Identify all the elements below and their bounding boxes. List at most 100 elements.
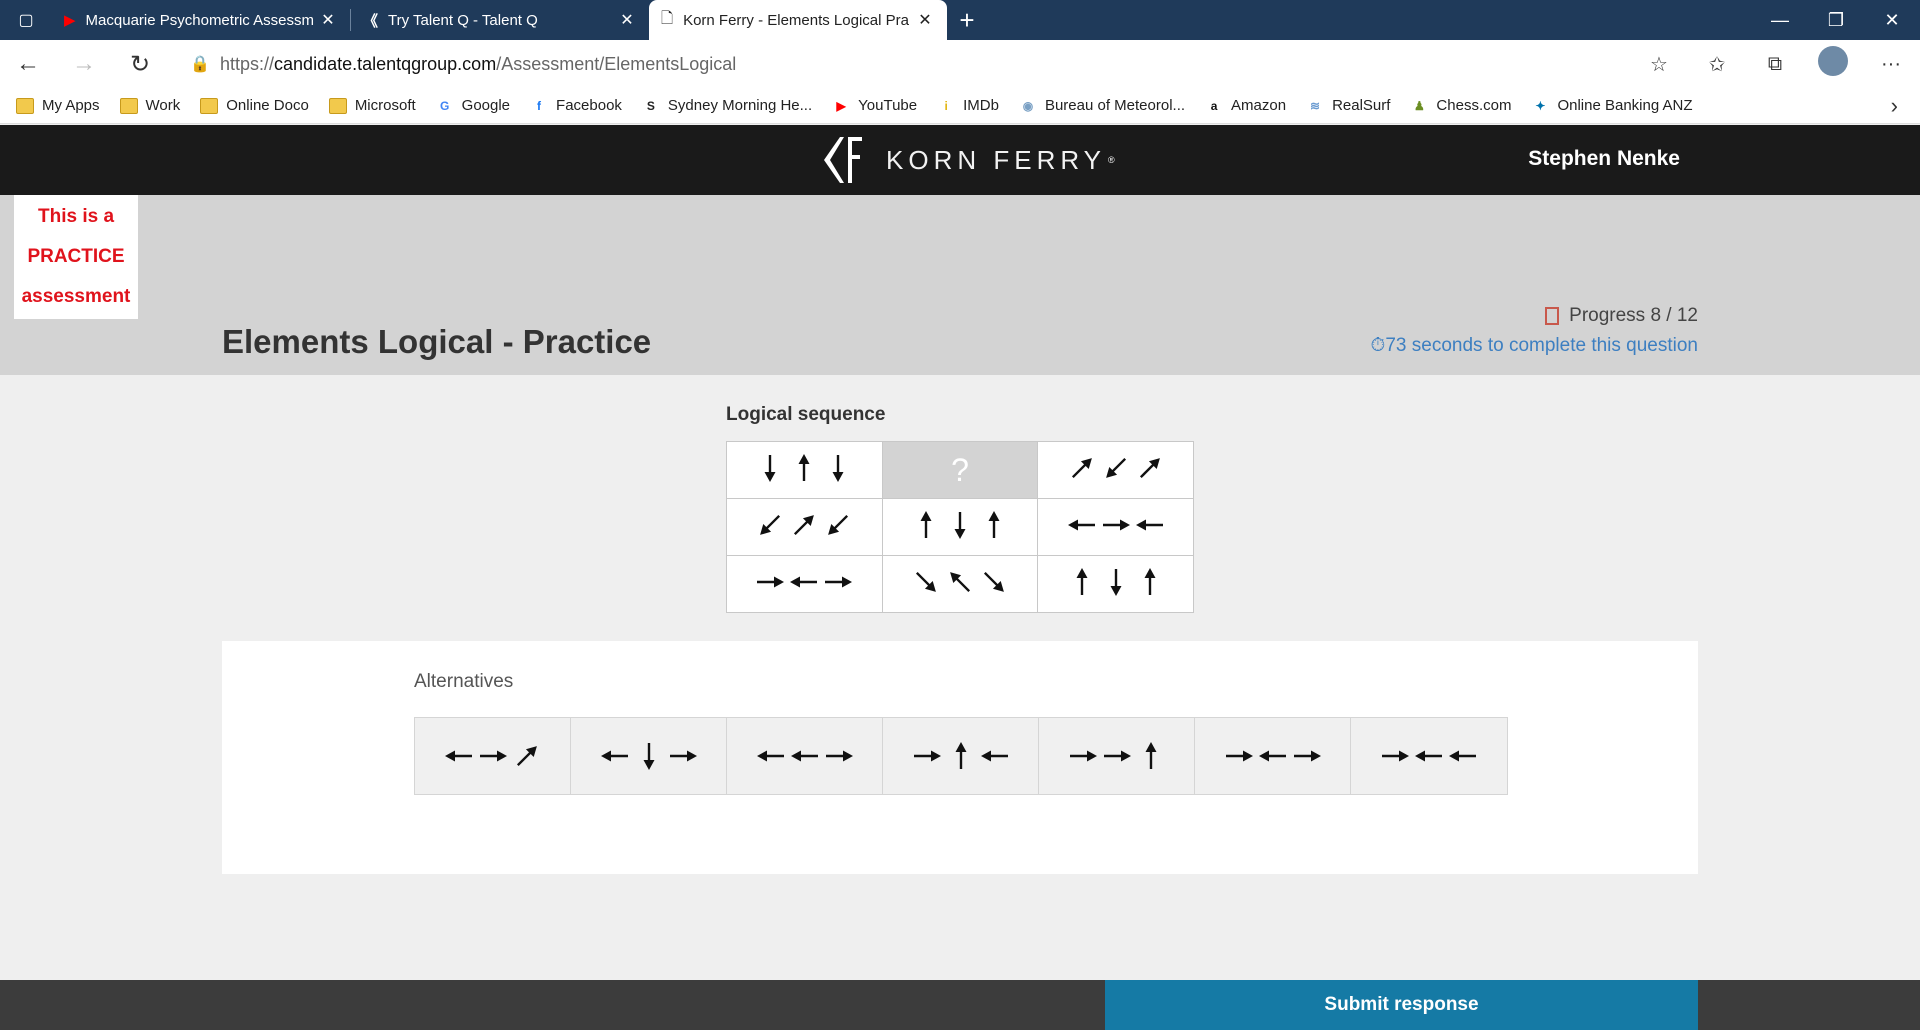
bookmark-item[interactable]: ✦ Online Banking ANZ bbox=[1531, 97, 1692, 114]
new-tab-button[interactable]: + bbox=[947, 0, 987, 40]
tab-actions-icon[interactable]: ▢ bbox=[0, 0, 52, 40]
youtube-icon: ▶ bbox=[64, 12, 76, 29]
arrow-left-icon bbox=[1135, 519, 1163, 530]
arrow-sw-icon bbox=[760, 514, 781, 535]
alternative-option-4[interactable] bbox=[883, 718, 1039, 794]
youtube-icon: ▶ bbox=[836, 98, 846, 113]
arrow-down-icon bbox=[954, 511, 966, 539]
arrow-group bbox=[755, 453, 853, 483]
bookmark-label: YouTube bbox=[858, 97, 918, 114]
submit-response-button[interactable]: Submit response bbox=[1105, 980, 1698, 1030]
close-window-icon[interactable]: ✕ bbox=[1864, 0, 1920, 40]
browser-tab-1[interactable]: ▶ Macquarie Psychometric Assessm ✕ bbox=[52, 0, 350, 40]
add-favorite-icon[interactable]: ☆ bbox=[1630, 52, 1688, 77]
refresh-button[interactable]: ↻ bbox=[112, 40, 168, 88]
bookmark-label: Microsoft bbox=[354, 97, 416, 114]
bookmark-item[interactable]: f Facebook bbox=[530, 97, 622, 114]
minimize-icon[interactable]: — bbox=[1752, 0, 1808, 40]
close-tab-icon[interactable]: ✕ bbox=[915, 10, 935, 30]
document-icon: 🗋 bbox=[661, 9, 674, 27]
bookmarks-overflow-icon[interactable]: › bbox=[1891, 93, 1898, 119]
alternative-option-5[interactable] bbox=[1039, 718, 1195, 794]
arrow-right-icon bbox=[479, 750, 507, 762]
grid-cell bbox=[726, 441, 883, 499]
bookmark-item[interactable]: ▶ YouTube bbox=[832, 97, 918, 114]
bookmark-item[interactable]: ◉ Bureau of Meteorol... bbox=[1019, 97, 1185, 114]
alternative-option-6[interactable] bbox=[1195, 718, 1351, 794]
bookmark-item[interactable]: S Sydney Morning He... bbox=[642, 97, 812, 114]
bookmark-item[interactable]: i IMDb bbox=[937, 97, 999, 114]
arrow-se-icon bbox=[915, 571, 936, 592]
logo-text: KORN FERRY bbox=[886, 144, 1106, 175]
arrow-ne-icon bbox=[1139, 457, 1160, 478]
chess-icon: ♟ bbox=[1414, 98, 1425, 113]
arrow-group bbox=[600, 741, 698, 771]
window-controls: — ❐ ✕ bbox=[1752, 0, 1920, 40]
lock-icon[interactable]: 🔒 bbox=[180, 54, 220, 74]
more-menu-icon[interactable]: ··· bbox=[1862, 53, 1920, 76]
alternative-option-1[interactable] bbox=[415, 718, 571, 794]
bookmark-label: Amazon bbox=[1231, 97, 1287, 114]
back-button[interactable]: ← bbox=[0, 40, 56, 88]
alternatives-label: Alternatives bbox=[414, 671, 514, 692]
bookmark-item[interactable]: ≋ RealSurf bbox=[1306, 97, 1390, 114]
bookmark-item[interactable]: Work bbox=[119, 97, 180, 114]
arrow-group bbox=[755, 567, 853, 597]
restore-icon[interactable]: ❐ bbox=[1808, 0, 1864, 40]
arrow-group bbox=[1068, 741, 1166, 771]
arrow-left-icon bbox=[980, 750, 1008, 762]
question-timer: ⏱73 seconds to complete this question bbox=[1371, 335, 1698, 357]
arrow-left-icon bbox=[1258, 750, 1286, 762]
close-tab-icon[interactable]: ✕ bbox=[617, 10, 637, 30]
bookmark-label: Online Doco bbox=[226, 97, 309, 114]
grid-cell bbox=[1037, 498, 1194, 556]
app-header: KORN FERRY ® Stephen Nenke bbox=[0, 125, 1920, 195]
close-tab-icon[interactable]: ✕ bbox=[318, 10, 338, 30]
bookmark-label: Google bbox=[461, 97, 511, 114]
practice-notice: This is a PRACTICE assessment bbox=[14, 195, 138, 319]
bookmark-item[interactable]: G Google bbox=[436, 97, 510, 114]
registered-mark: ® bbox=[1108, 155, 1115, 165]
bookmark-item[interactable]: My Apps bbox=[16, 97, 100, 114]
url-field[interactable]: 🔒 https://candidate.talentqgroup.com/Ass… bbox=[180, 46, 1680, 82]
alternative-option-2[interactable] bbox=[571, 718, 727, 794]
progress-icon bbox=[1545, 307, 1560, 325]
arrow-sw-icon bbox=[828, 514, 849, 535]
favorites-icon[interactable]: ✩ bbox=[1688, 52, 1746, 77]
alternative-option-7[interactable] bbox=[1351, 718, 1507, 794]
tab-title: Try Talent Q - Talent Q bbox=[388, 11, 538, 29]
browser-tab-2[interactable]: 《 Try Talent Q - Talent Q ✕ bbox=[351, 0, 649, 40]
arrow-ne-icon bbox=[1071, 457, 1092, 478]
folder-icon bbox=[200, 97, 219, 114]
arrow-right-icon bbox=[1293, 750, 1321, 762]
bookmark-item[interactable]: Microsoft bbox=[328, 97, 416, 114]
arrow-right-icon bbox=[1102, 519, 1130, 530]
arrow-left-icon bbox=[790, 576, 818, 587]
grid-cell bbox=[1037, 441, 1194, 499]
forward-button[interactable]: → bbox=[56, 40, 112, 88]
arrow-se-icon bbox=[983, 571, 1004, 592]
smh-icon: S bbox=[646, 98, 655, 113]
bookmark-item[interactable]: a Amazon bbox=[1205, 97, 1286, 114]
question-label: Logical sequence bbox=[726, 404, 886, 425]
browser-tab-3[interactable]: 🗋 Korn Ferry - Elements Logical Pra ✕ bbox=[649, 0, 947, 40]
arrow-up-icon bbox=[1076, 567, 1088, 595]
bookmark-item[interactable]: ♟ Chess.com bbox=[1410, 97, 1511, 114]
arrow-right-icon bbox=[913, 750, 941, 762]
alternative-option-3[interactable] bbox=[727, 718, 883, 794]
arrow-right-icon bbox=[669, 750, 697, 762]
grid-cell bbox=[881, 555, 1039, 613]
amazon-icon: a bbox=[1210, 98, 1218, 113]
profile-avatar[interactable] bbox=[1804, 46, 1862, 82]
arrow-down-icon bbox=[764, 454, 776, 482]
collections-icon[interactable]: ⧉ bbox=[1746, 53, 1804, 76]
arrow-right-icon bbox=[825, 576, 853, 587]
practice-line-3: assessment bbox=[21, 286, 131, 307]
kornferry-icon: 《 bbox=[363, 12, 379, 30]
missing-cell: ? bbox=[881, 441, 1039, 499]
arrow-left-icon bbox=[1415, 750, 1442, 762]
bookmarks-bar: My Apps Work Online Doco Microsoft G Google f F… bbox=[0, 88, 1920, 124]
arrow-group bbox=[1067, 510, 1165, 540]
bookmark-item[interactable]: Online Doco bbox=[200, 97, 309, 114]
progress-text: Progress 8 / 12 bbox=[1569, 305, 1698, 326]
